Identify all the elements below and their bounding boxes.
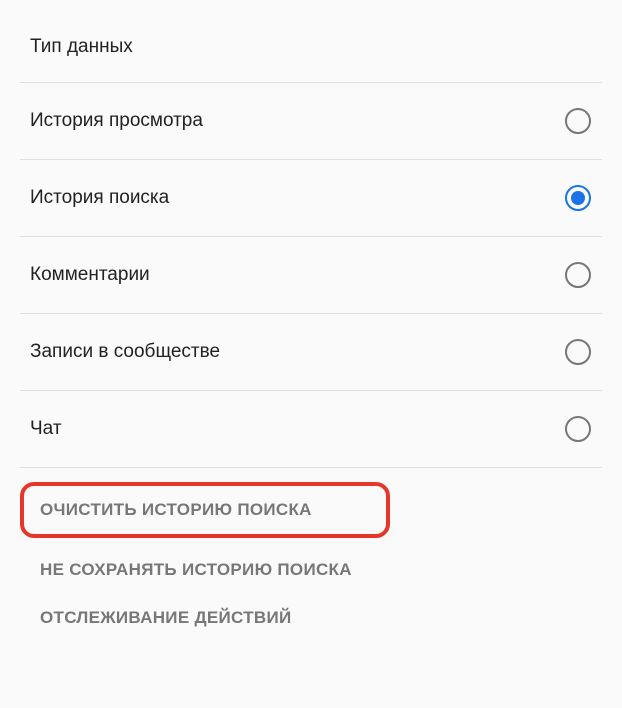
radio-button-icon [564, 415, 592, 443]
clear-search-history-button[interactable]: ОЧИСТИТЬ ИСТОРИЮ ПОИСКА [30, 494, 322, 526]
highlight-annotation: ОЧИСТИТЬ ИСТОРИЮ ПОИСКА [20, 482, 390, 538]
radio-button-icon [564, 107, 592, 135]
radio-option-search-history[interactable]: История поиска [20, 159, 602, 236]
radio-option-community-posts[interactable]: Записи в сообществе [20, 313, 602, 390]
radio-label: Комментарии [30, 264, 150, 286]
radio-label: Чат [30, 418, 62, 440]
section-title: Тип данных [20, 20, 602, 82]
radio-option-chat[interactable]: Чат [20, 390, 602, 467]
divider [20, 467, 602, 468]
data-type-radio-group: История просмотра История поиска Коммент… [20, 82, 602, 467]
radio-label: Записи в сообществе [30, 341, 220, 363]
radio-button-icon [564, 338, 592, 366]
radio-label: История просмотра [30, 110, 203, 132]
radio-option-watch-history[interactable]: История просмотра [20, 82, 602, 159]
pause-search-history-button[interactable]: НЕ СОХРАНЯТЬ ИСТОРИЮ ПОИСКА [30, 546, 362, 594]
radio-button-selected-icon [564, 184, 592, 212]
radio-button-icon [564, 261, 592, 289]
radio-label: История поиска [30, 187, 169, 209]
actions-group: ОЧИСТИТЬ ИСТОРИЮ ПОИСКА НЕ СОХРАНЯТЬ ИСТ… [20, 482, 602, 642]
activity-tracking-button[interactable]: ОТСЛЕЖИВАНИЕ ДЕЙСТВИЙ [30, 594, 302, 642]
radio-option-comments[interactable]: Комментарии [20, 236, 602, 313]
